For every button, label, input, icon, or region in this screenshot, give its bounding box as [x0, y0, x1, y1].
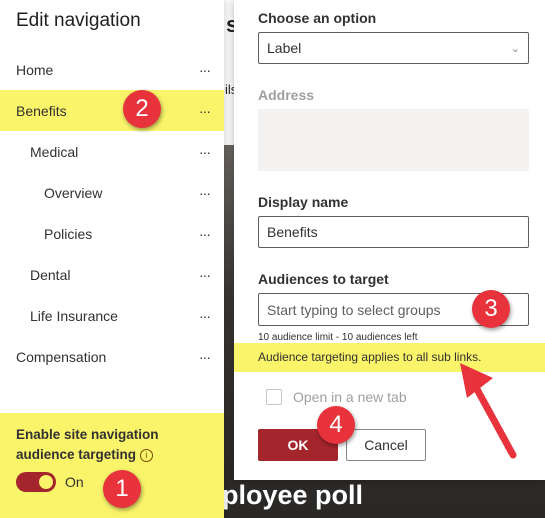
- nav-item-medical[interactable]: Medical ···: [0, 131, 224, 172]
- audience-limit-text: 10 audience limit - 10 audiences left: [258, 332, 418, 343]
- more-icon[interactable]: ···: [199, 308, 211, 324]
- nav-item-dental[interactable]: Dental ···: [0, 254, 224, 295]
- step-badge-2: 2: [123, 90, 161, 128]
- step-badge-1: 1: [103, 470, 141, 508]
- new-tab-checkbox[interactable]: [266, 389, 282, 405]
- display-name-input[interactable]: Benefits: [258, 216, 529, 248]
- choose-option-dropdown[interactable]: Label ⌄: [258, 32, 529, 64]
- annotation-arrow: [460, 363, 517, 459]
- more-icon[interactable]: ···: [199, 103, 211, 119]
- step-badge-3: 3: [472, 290, 510, 328]
- nav-item-overview[interactable]: Overview ···: [0, 172, 224, 213]
- nav-label: Policies: [44, 225, 93, 242]
- choose-option-label: Choose an option: [258, 10, 377, 26]
- nav-label: Benefits: [16, 102, 67, 119]
- nav-item-benefits[interactable]: Benefits ···: [0, 90, 224, 131]
- nav-item-compensation[interactable]: Compensation ···: [0, 336, 224, 377]
- more-icon[interactable]: ···: [199, 62, 211, 78]
- nav-item-home[interactable]: Home ···: [0, 49, 224, 90]
- new-tab-label: Open in a new tab: [293, 389, 407, 405]
- audiences-label: Audiences to target: [258, 271, 389, 287]
- display-name-label: Display name: [258, 194, 349, 210]
- more-icon[interactable]: ···: [199, 144, 211, 160]
- more-icon[interactable]: ···: [199, 226, 211, 242]
- address-label: Address: [258, 87, 315, 103]
- nav-label: Medical: [30, 143, 79, 160]
- step-badge-4: 4: [317, 406, 355, 444]
- nav-label: Dental: [30, 266, 71, 283]
- nav-label: Overview: [44, 184, 103, 201]
- targeting-label: Enable site navigation audience targetin…: [16, 427, 159, 462]
- address-input: [258, 109, 529, 171]
- chevron-down-icon: ⌄: [510, 42, 520, 55]
- more-icon[interactable]: ···: [199, 349, 211, 365]
- edit-navigation-pane: Edit navigation Home ··· Benefits ··· Medi…: [0, 0, 224, 518]
- audience-targeting-toggle[interactable]: [16, 472, 56, 492]
- pane-title: Edit navigation: [16, 10, 141, 31]
- info-icon[interactable]: i: [139, 448, 153, 462]
- toggle-state: On: [65, 474, 84, 490]
- cancel-button[interactable]: Cancel: [346, 429, 426, 461]
- nav-label: Life Insurance: [30, 307, 118, 324]
- more-icon[interactable]: ···: [199, 185, 211, 201]
- nav-item-policies[interactable]: Policies ···: [0, 213, 224, 254]
- more-icon[interactable]: ···: [199, 267, 211, 283]
- nav-label: Home: [16, 61, 54, 78]
- nav-label: Compensation: [16, 348, 107, 365]
- nav-item-life-insurance[interactable]: Life Insurance ···: [0, 295, 224, 336]
- dropdown-value: Label: [267, 40, 302, 56]
- background-text: ployee poll: [222, 480, 364, 510]
